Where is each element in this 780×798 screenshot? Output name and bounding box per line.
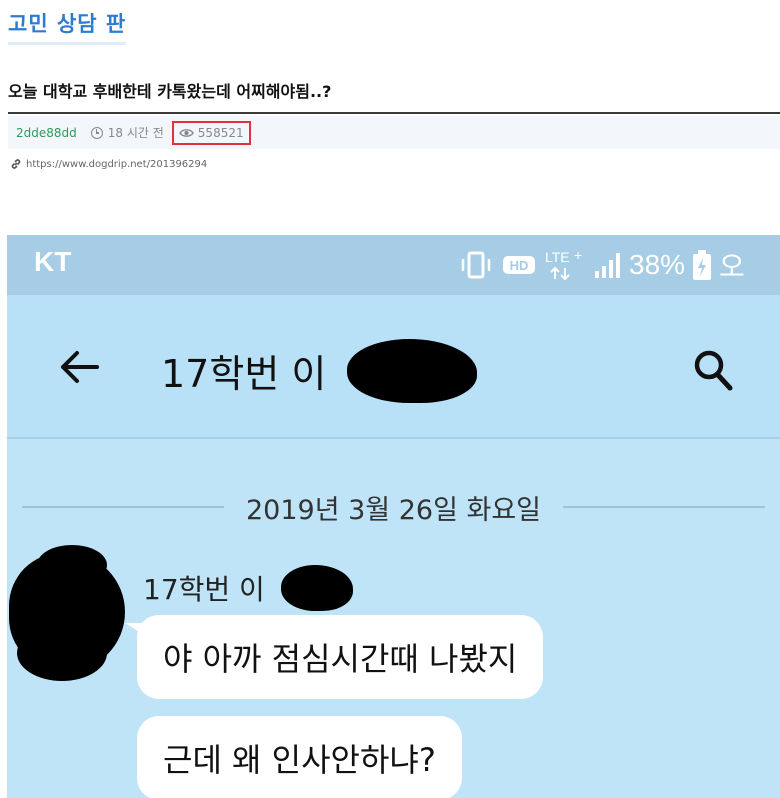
clock-icon <box>90 126 103 139</box>
svg-text:HD: HD <box>510 258 529 273</box>
search-icon[interactable] <box>693 349 733 391</box>
title-divider <box>8 112 780 114</box>
phone-status-bar: KT HD LTE + 38% 오 <box>7 235 780 295</box>
date-divider: 2019년 3월 26일 화요일 <box>22 487 766 527</box>
lte-icon: LTE + <box>545 248 582 281</box>
avatar-redaction <box>37 545 107 585</box>
date-divider-line <box>563 506 766 508</box>
redaction-mark <box>281 565 353 611</box>
post-url[interactable]: https://www.dogdrip.net/201396294 <box>26 159 207 170</box>
post-url-row[interactable]: https://www.dogdrip.net/201396294 <box>10 158 207 170</box>
post-time-label: 18 시간 전 <box>107 126 164 140</box>
chat-room-name: 17학번 이 <box>161 352 327 396</box>
link-icon <box>11 159 21 169</box>
back-arrow-icon[interactable] <box>59 350 101 384</box>
battery-icon <box>693 250 712 280</box>
post-meta-bar: 2dde88dd 18 시간 전 558521 <box>8 116 780 149</box>
view-count: 558521 <box>171 120 251 145</box>
message-bubble[interactable]: 야 아까 점심시간때 나봤지 <box>137 615 544 699</box>
chat-header: 17학번 이 <box>7 295 780 439</box>
avatar-redaction <box>17 625 107 681</box>
date-divider-line <box>22 506 224 508</box>
post-title: 오늘 대학교 후배한테 카톡왔는데 어찌해야됨..? <box>8 82 332 101</box>
chat-screenshot: KT HD LTE + 38% 오 17학번 이 2019년 3월 26일 화요… <box>7 235 780 798</box>
redaction-mark <box>425 349 473 389</box>
status-clock: 오 <box>719 251 745 282</box>
chat-date: 2019년 3월 26일 화요일 <box>245 494 542 526</box>
board-title[interactable]: 고민 상담 판 <box>8 8 127 45</box>
svg-text:LTE: LTE <box>545 249 570 265</box>
carrier-label: KT <box>34 246 72 277</box>
battery-level: 38% <box>629 249 686 280</box>
status-icons: HD LTE + 38% 오 <box>459 245 745 285</box>
hd-icon: HD <box>503 256 535 274</box>
view-count-value: 558521 <box>197 125 244 140</box>
signal-icon <box>595 253 620 278</box>
svg-text:+: + <box>574 248 582 263</box>
vibrate-icon <box>461 251 491 279</box>
sender-name: 17학번 이 <box>143 573 265 606</box>
message-bubble[interactable]: 근데 왜 인사안하냐? <box>137 716 462 798</box>
post-time: 18 시간 전 <box>90 124 164 141</box>
eye-icon <box>178 128 194 137</box>
post-author[interactable]: 2dde88dd <box>16 126 77 140</box>
